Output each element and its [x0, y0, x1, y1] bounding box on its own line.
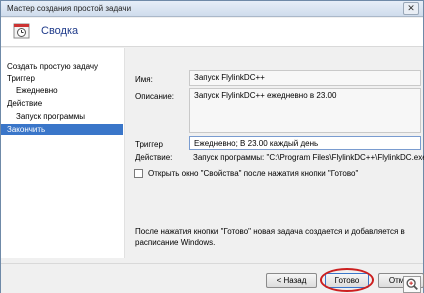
zoom-icon[interactable]	[403, 276, 421, 293]
description-label: Описание:	[135, 92, 175, 101]
wizard-header: Сводка	[1, 18, 423, 47]
name-label: Имя:	[135, 75, 153, 84]
step-start-program[interactable]: Запуск программы	[1, 111, 123, 122]
wizard-steps: Создать простую задачу Триггер Ежедневно…	[1, 48, 125, 258]
trigger-value: Ежедневно; В 23.00 каждый день	[194, 139, 319, 148]
trigger-label: Триггер	[135, 140, 163, 149]
step-create-task[interactable]: Создать простую задачу	[1, 61, 123, 72]
step-action[interactable]: Действие	[1, 98, 123, 109]
step-finish[interactable]: Закончить	[1, 124, 123, 135]
description-value: Запуск FlylinkDC++ ежедневно в 23.00	[194, 91, 337, 100]
close-button[interactable]: ✕	[403, 2, 419, 15]
action-value: Запуск программы: "C:\Program Files\Flyl…	[193, 153, 424, 162]
name-value: Запуск FlylinkDC++	[194, 73, 265, 82]
wizard-footer: < Назад Готово Отмен	[1, 263, 424, 293]
wizard-window: Мастер создания простой задачи ✕ Сводка …	[0, 0, 424, 293]
step-trigger[interactable]: Триггер	[1, 73, 123, 84]
highlight-oval	[320, 268, 374, 292]
finish-note: После нажатия кнопки "Готово" новая зада…	[135, 227, 405, 247]
action-label: Действие:	[135, 153, 173, 162]
trigger-field[interactable]: Ежедневно; В 23.00 каждый день	[189, 136, 421, 150]
window-title: Мастер создания простой задачи	[7, 4, 132, 13]
description-field: Запуск FlylinkDC++ ежедневно в 23.00	[189, 88, 421, 133]
name-field: Запуск FlylinkDC++	[189, 70, 421, 86]
page-title: Сводка	[41, 25, 79, 37]
task-scheduler-icon	[13, 23, 30, 39]
open-properties-checkbox[interactable]	[134, 169, 143, 178]
back-button[interactable]: < Назад	[266, 273, 317, 288]
open-properties-label: Открыть окно "Свойства" после нажатия кн…	[148, 169, 359, 178]
summary-panel: Имя: Запуск FlylinkDC++ Описание: Запуск…	[126, 48, 424, 263]
step-daily[interactable]: Ежедневно	[1, 85, 123, 96]
title-bar: Мастер создания простой задачи ✕	[1, 1, 423, 17]
